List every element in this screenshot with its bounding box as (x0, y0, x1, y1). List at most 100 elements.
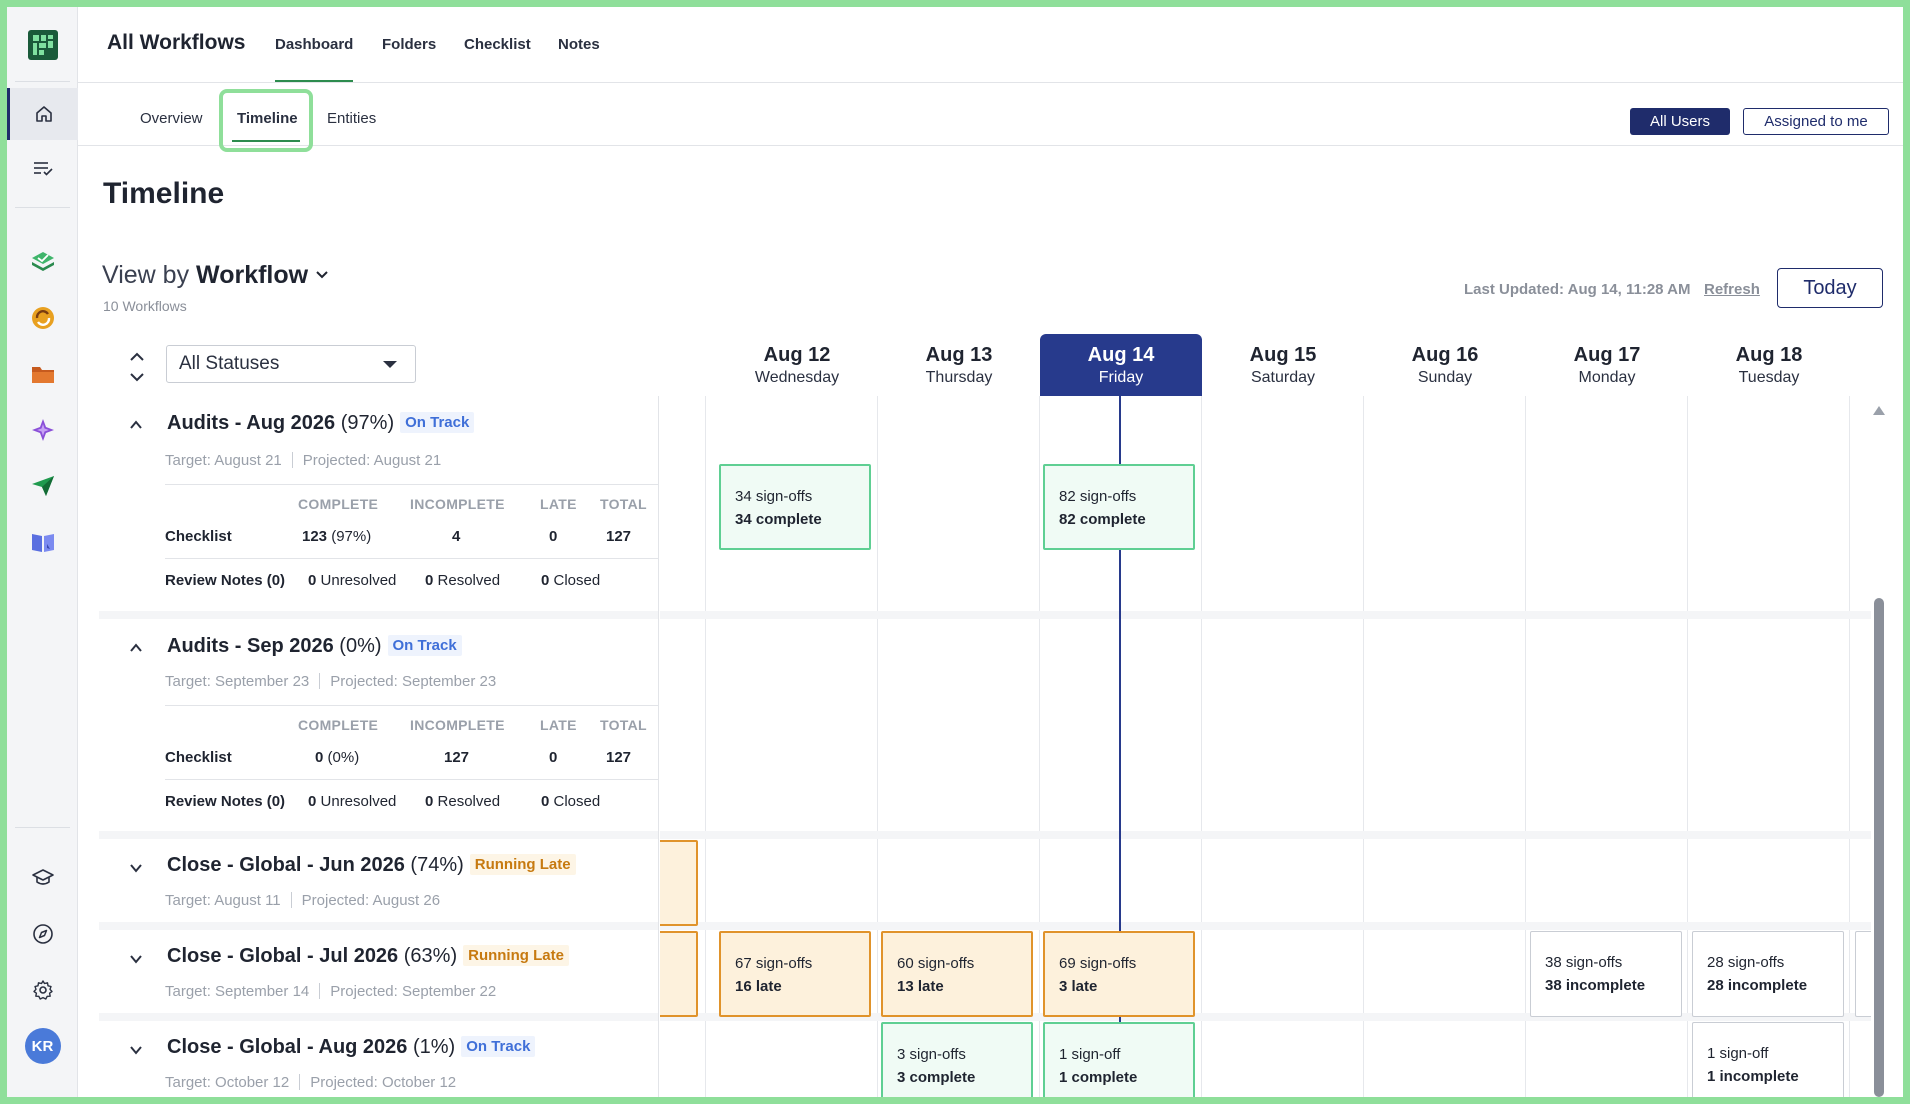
workflow-row: Close - Global - Jul 2026 (63%) Running L… (99, 930, 658, 1021)
chevron-down-icon[interactable] (129, 952, 143, 966)
tab-checklist[interactable]: Checklist (464, 36, 531, 53)
workflow-title[interactable]: Close - Global - Aug 2026 (1%) On Track (167, 1036, 536, 1059)
day-header: Aug 17 Monday (1526, 334, 1688, 396)
view-by-value: Workflow (196, 261, 309, 289)
day-date: Aug 14 (1087, 344, 1155, 366)
all-users-button[interactable]: All Users (1630, 108, 1730, 135)
top-bar: All Workflows Dashboard Folders Checklis… (78, 7, 1903, 83)
workflow-title[interactable]: Audits - Sep 2026 (0%) On Track (167, 635, 462, 658)
app-sync-nav[interactable] (7, 292, 78, 344)
subtab-timeline-highlight: Timeline (219, 89, 313, 152)
chevron-up-icon[interactable] (129, 641, 143, 655)
event-card[interactable]: 69 sign-offs 3 late (1043, 931, 1195, 1017)
settings-nav[interactable] (7, 964, 78, 1016)
event-card[interactable]: 28 sign-offs 28 incomplete (1692, 931, 1844, 1017)
workflow-dates: Target: October 12 Projected: October 12 (165, 1074, 457, 1091)
day-header: Aug 13 Thursday (878, 334, 1040, 396)
app-window: KR All Workflows Dashboard Folders Check… (7, 7, 1903, 1097)
day-weekday: Tuesday (1738, 369, 1800, 386)
refresh-link[interactable]: Refresh (1704, 281, 1760, 298)
app-checks-nav[interactable] (7, 236, 78, 288)
status-filter-value: All Statuses (179, 353, 280, 374)
user-avatar-button[interactable]: KR (7, 1020, 78, 1072)
app-folders-nav[interactable] (7, 348, 78, 400)
status-badge: Running Late (469, 854, 576, 875)
sync-icon (31, 307, 54, 329)
workflow-count: 10 Workflows (103, 298, 187, 314)
app-library-nav[interactable] (7, 516, 78, 568)
compass-icon (32, 924, 53, 944)
day-weekday: Thursday (925, 369, 993, 386)
day-weekday: Saturday (1250, 369, 1316, 386)
chevron-down-icon[interactable] (129, 1043, 143, 1057)
logo-icon (27, 30, 58, 60)
expand-collapse-toggle[interactable] (126, 349, 148, 385)
tab-folders[interactable]: Folders (382, 36, 436, 53)
event-card[interactable]: 1 sign-off 1 incomplete (1692, 1022, 1844, 1097)
subtab-entities[interactable]: Entities (327, 110, 376, 127)
event-card[interactable]: 38 sign-offs 38 incomplete (1530, 931, 1682, 1017)
workflow-title[interactable]: Audits - Aug 2026 (97%) On Track (167, 412, 475, 435)
view-by-selector[interactable]: View by Workflow (102, 261, 329, 290)
view-by-label: View by (102, 261, 190, 289)
explore-nav[interactable] (7, 908, 78, 960)
today-button[interactable]: Today (1777, 268, 1883, 308)
workflow-stats: COMPLETE INCOMPLETE LATE TOTAL Checklist… (165, 484, 658, 604)
scrollbar-thumb[interactable] (1874, 598, 1884, 1097)
folder-icon (31, 367, 54, 383)
checklist-icon (33, 162, 53, 176)
workflow-dates: Target: September 14 Projected: September… (165, 983, 497, 1000)
workflow-list: Audits - Aug 2026 (97%) On Track Target: … (99, 396, 659, 1097)
caret-down-icon (383, 361, 397, 368)
home-nav[interactable] (7, 88, 78, 140)
day-date: Aug 17 (1573, 344, 1641, 366)
status-badge: Running Late (463, 945, 569, 966)
workflow-title[interactable]: Close - Global - Jun 2026 (74%) Running L… (167, 854, 576, 877)
workflow-stats: COMPLETE INCOMPLETE LATE TOTAL Checklist… (165, 705, 658, 825)
day-date: Aug 18 (1735, 344, 1803, 366)
tab-notes[interactable]: Notes (558, 36, 600, 53)
chevron-up-icon[interactable] (129, 418, 143, 432)
workflow-dates: Target: September 23 Projected: September… (165, 673, 497, 690)
chevron-down-icon[interactable] (129, 861, 143, 875)
event-card-partial[interactable] (660, 840, 698, 926)
event-card-partial[interactable] (660, 931, 698, 1017)
event-card[interactable]: 3 sign-offs 3 complete (881, 1022, 1033, 1097)
app-logo[interactable] (7, 25, 78, 65)
day-header: Aug 16 Sunday (1364, 334, 1526, 396)
day-header: Aug 15 Saturday (1202, 334, 1364, 396)
event-card[interactable]: 82 sign-offs 82 complete (1043, 464, 1195, 550)
tasks-nav[interactable] (7, 142, 78, 194)
book-icon (31, 534, 54, 552)
workflow-dates: Target: August 11 Projected: August 26 (165, 892, 441, 909)
day-date: Aug 16 (1411, 344, 1479, 366)
day-date: Aug 15 (1249, 344, 1317, 366)
event-card[interactable]: 67 sign-offs 16 late (719, 931, 871, 1017)
event-card[interactable]: 34 sign-offs 34 complete (719, 464, 871, 550)
subtab-overview[interactable]: Overview (140, 110, 203, 127)
send-icon (31, 476, 54, 496)
assigned-to-me-button[interactable]: Assigned to me (1743, 108, 1889, 135)
page-title: Timeline (103, 177, 225, 210)
workflow-row: Audits - Sep 2026 (0%) On Track Target: S… (99, 619, 658, 839)
workflow-dates: Target: August 21 Projected: August 21 (165, 452, 442, 469)
day-header: Aug 18 Tuesday (1688, 334, 1850, 396)
status-filter-select[interactable]: All Statuses (166, 345, 416, 383)
timeline-grid: 34 sign-offs 34 complete 82 sign-offs 82 c… (660, 396, 1871, 1097)
event-card[interactable]: 60 sign-offs 13 late (881, 931, 1033, 1017)
day-header: Aug 12 Wednesday (716, 334, 878, 396)
workflow-row: Close - Global - Aug 2026 (1%) On Track T… (99, 1021, 658, 1097)
day-date: Aug 13 (925, 344, 993, 366)
learning-nav[interactable] (7, 852, 78, 904)
tab-dashboard[interactable]: Dashboard (275, 36, 354, 82)
app-insights-nav[interactable] (7, 404, 78, 456)
stack-check-icon (31, 252, 54, 271)
event-card-partial[interactable] (1855, 931, 1871, 1017)
subtab-timeline[interactable]: Timeline (237, 110, 298, 127)
event-card[interactable]: 1 sign-off 1 complete (1043, 1022, 1195, 1097)
day-date: Aug 12 (763, 344, 831, 366)
app-send-nav[interactable] (7, 460, 78, 512)
avatar: KR (24, 1028, 61, 1064)
last-updated: Last Updated: Aug 14, 11:28 AM (1464, 281, 1691, 298)
workflow-title[interactable]: Close - Global - Jul 2026 (63%) Running L… (167, 945, 569, 968)
